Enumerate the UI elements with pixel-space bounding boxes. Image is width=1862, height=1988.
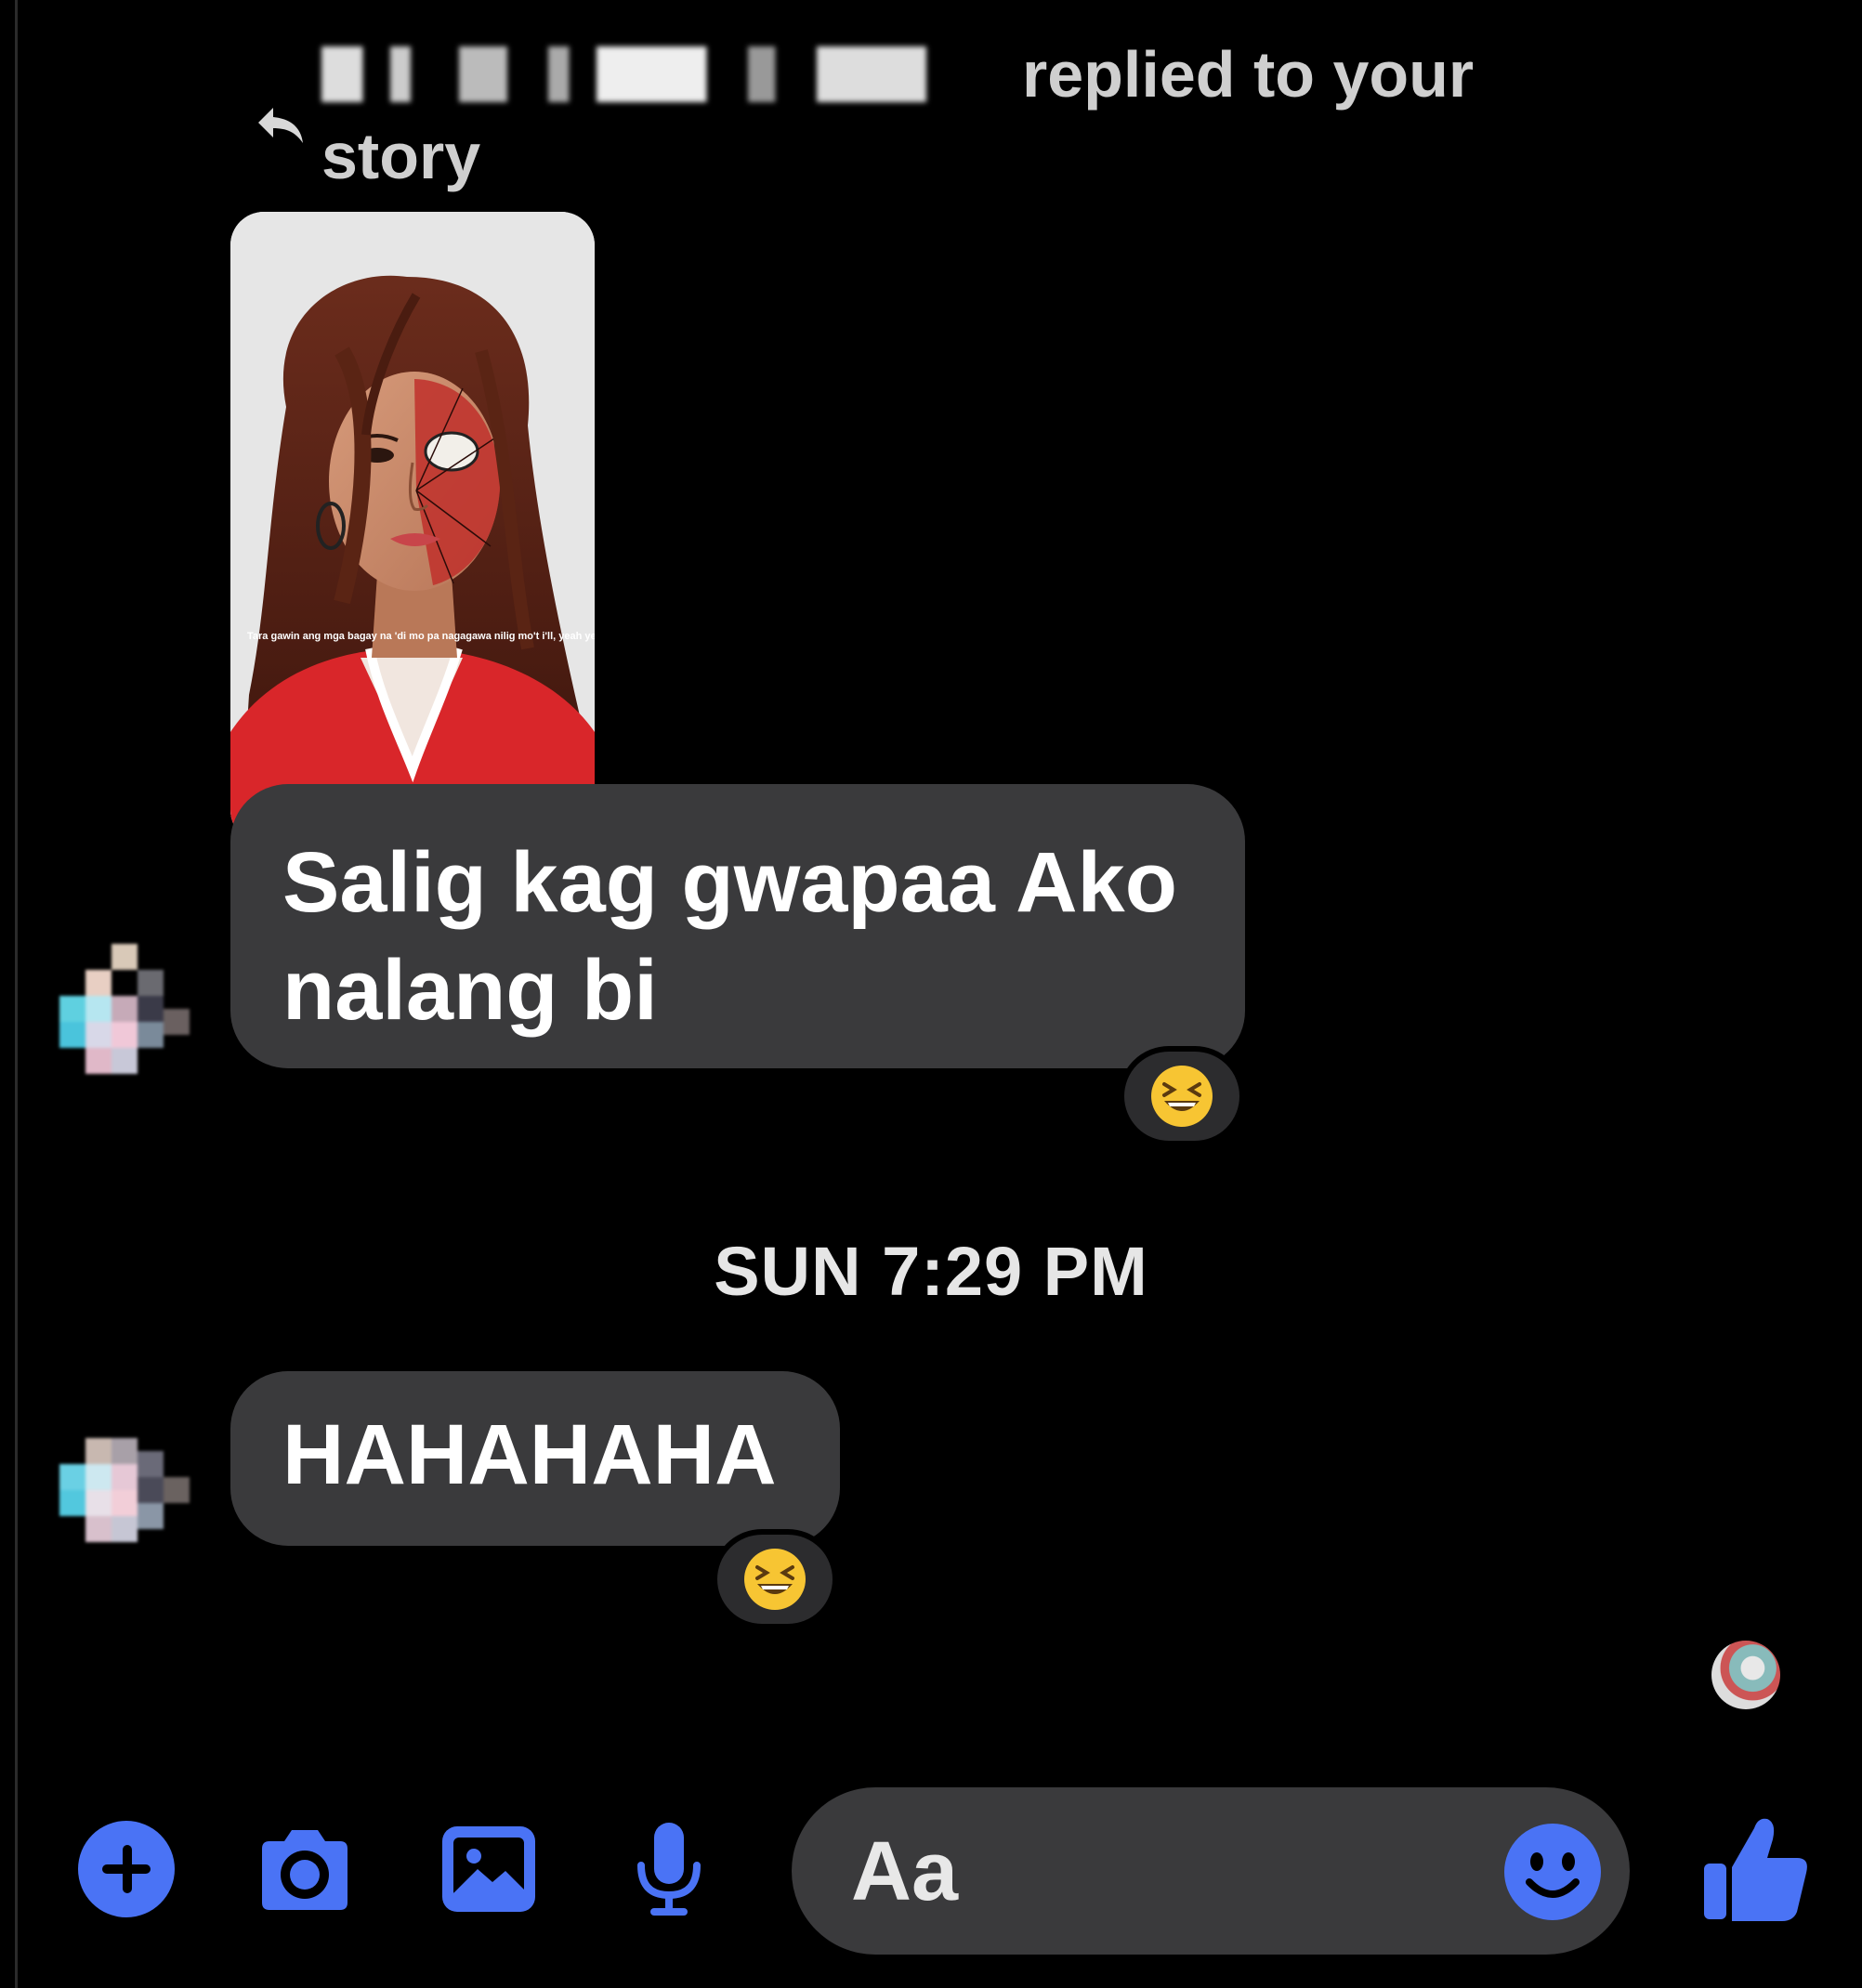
plus-icon — [78, 1821, 175, 1917]
message-reaction[interactable] — [712, 1529, 838, 1629]
seen-avatar — [1711, 1641, 1780, 1709]
message-input-field — [792, 1787, 1630, 1955]
laughing-emoji-icon — [744, 1549, 806, 1610]
camera-icon — [262, 1830, 347, 1910]
message-text: Salig kag gwapaa Ako nalang bi — [282, 835, 1177, 1038]
sender-avatar[interactable] — [59, 1438, 190, 1568]
message-reaction[interactable] — [1119, 1046, 1245, 1146]
story-photo: Tara gawin ang mga bagay na 'di mo pa na… — [230, 212, 595, 844]
like-button[interactable] — [1700, 1811, 1812, 1927]
plus-button[interactable] — [74, 1817, 178, 1921]
laughing-emoji-icon — [1151, 1066, 1213, 1127]
reply-arrow-icon — [258, 108, 303, 143]
story-thumbnail[interactable]: Tara gawin ang mga bagay na 'di mo pa na… — [230, 212, 595, 844]
emoji-icon — [1504, 1824, 1601, 1920]
story-caption: Tara gawin ang mga bagay na 'di mo pa na… — [247, 631, 595, 642]
message-timestamp: SUN 7:29 PM — [714, 1233, 1148, 1310]
microphone-button[interactable] — [617, 1817, 721, 1921]
gallery-icon — [442, 1826, 535, 1912]
camera-button[interactable] — [253, 1817, 357, 1921]
message-text: HAHAHAHA — [282, 1407, 777, 1502]
story-reply-text: replied to your story — [321, 33, 1576, 197]
window-edge — [15, 0, 18, 1988]
composer-bar — [0, 1784, 1862, 1960]
message-bubble[interactable]: Salig kag gwapaa Ako nalang bi — [230, 784, 1245, 1068]
sender-name-redacted — [321, 46, 1009, 102]
message-input[interactable] — [849, 1815, 1503, 1929]
sender-avatar[interactable] — [59, 944, 190, 1074]
emoji-button[interactable] — [1501, 1821, 1604, 1923]
message-bubble[interactable]: HAHAHAHA — [230, 1371, 840, 1546]
microphone-icon — [637, 1823, 701, 1916]
gallery-button[interactable] — [437, 1817, 541, 1921]
thumbs-up-icon — [1704, 1818, 1807, 1921]
